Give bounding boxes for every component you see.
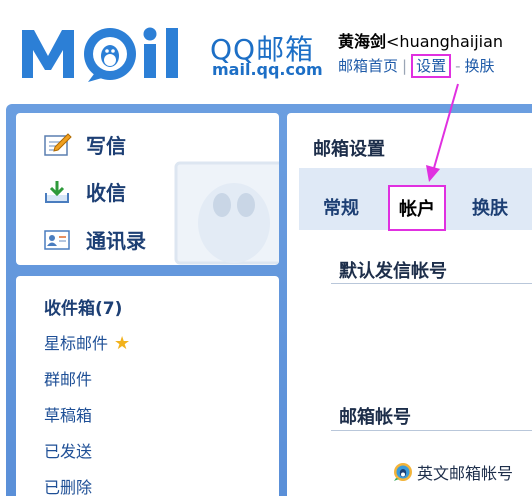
penguin-watermark-icon — [174, 161, 279, 265]
tab-account[interactable]: 帐户 — [388, 185, 446, 231]
sidebar-actions: 写信 收信 通讯录 — [16, 113, 279, 265]
compose-icon — [44, 132, 72, 156]
settings-tabs: 常规 帐户 换肤 — [299, 168, 532, 231]
section-divider — [331, 430, 532, 431]
link-mail-home[interactable]: 邮箱首页 — [338, 57, 398, 75]
english-account-row[interactable]: 英文邮箱帐号 — [393, 460, 513, 484]
brand-domain: mail.qq.com — [212, 60, 323, 79]
folder-inbox[interactable]: 收件箱(7) — [44, 294, 122, 319]
contacts-button[interactable]: 通讯录 — [44, 225, 146, 254]
link-skin[interactable]: 换肤 — [465, 57, 495, 75]
section-default-sender: 默认发信帐号 — [339, 261, 447, 282]
folder-starred-label: 星标邮件 — [44, 334, 109, 353]
folder-starred[interactable]: 星标邮件 ★ — [44, 330, 130, 354]
link-separator: | — [402, 57, 408, 75]
settings-panel: 邮箱设置 常规 帐户 换肤 默认发信帐号 邮箱帐号 英文邮箱帐号 — [287, 113, 532, 496]
folder-group-mail[interactable]: 群邮件 — [44, 366, 92, 390]
user-email: <huanghaijian — [386, 32, 504, 51]
folder-drafts[interactable]: 草稿箱 — [44, 402, 92, 426]
top-nav-links: 邮箱首页 | 设置 - 换肤 — [338, 54, 495, 78]
moil-logo-icon — [22, 27, 178, 82]
link-settings[interactable]: 设置 — [411, 54, 452, 78]
receive-mail-button[interactable]: 收信 — [44, 177, 126, 206]
user-name: 黄海剑 — [338, 32, 387, 51]
receive-mail-label: 收信 — [86, 181, 126, 205]
contacts-icon — [44, 229, 70, 250]
contacts-label: 通讯录 — [86, 229, 146, 253]
folder-deleted[interactable]: 已删除 — [44, 474, 92, 496]
tab-skin[interactable]: 换肤 — [472, 194, 508, 220]
compose-label: 写信 — [86, 134, 126, 158]
compose-button[interactable]: 写信 — [44, 130, 126, 159]
page-title: 邮箱设置 — [313, 139, 385, 160]
qq-mail-icon — [394, 463, 412, 481]
inbox-download-icon — [45, 180, 69, 203]
folder-sent[interactable]: 已发送 — [44, 438, 92, 462]
folder-list: 收件箱(7) 星标邮件 ★ 群邮件 草稿箱 已发送 已删除 — [16, 276, 279, 496]
english-account-label: 英文邮箱帐号 — [417, 464, 514, 483]
mail-logo[interactable]: QQ邮箱 mail.qq.com — [18, 22, 323, 84]
section-mail-accounts: 邮箱帐号 — [339, 407, 411, 428]
user-identity: 黄海剑<huanghaijian — [338, 28, 503, 52]
section-divider — [331, 283, 532, 284]
star-icon: ★ — [114, 333, 131, 354]
link-separator: - — [455, 57, 461, 75]
tab-general[interactable]: 常规 — [323, 194, 359, 220]
